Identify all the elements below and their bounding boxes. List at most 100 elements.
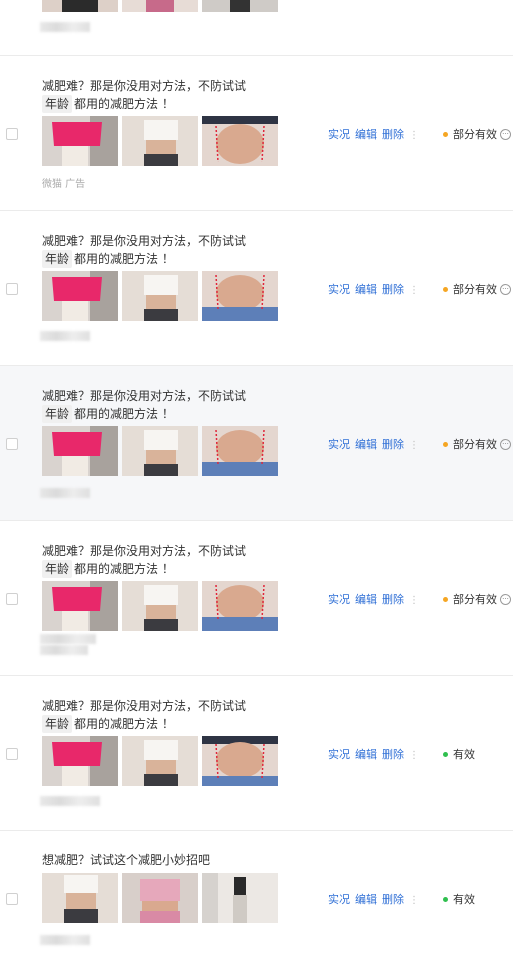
ad-thumbnail[interactable] <box>122 581 198 631</box>
preview-link[interactable]: 实况 <box>328 893 350 906</box>
ad-title-line1: 减肥难？那是你没用对方法，不防试试 <box>42 699 247 713</box>
preview-link[interactable]: 实况 <box>328 283 350 296</box>
ad-title-line2: 都用的减肥方法 ！ <box>74 97 174 111</box>
blurred-account-info <box>40 796 100 806</box>
list-item: 减肥难？那是你没用对方法，不防试试 年龄 都用的减肥方法 ！ 实况 编辑 删除 ⋮ 有效 <box>0 676 513 831</box>
kebab-icon[interactable]: ⋮ <box>409 130 419 141</box>
list-item: 减肥难？那是你没用对方法，不防试试 年龄 都用的减肥方法 ！ 实况 编辑 删除 ⋮ 部分… <box>0 211 513 366</box>
preview-link[interactable]: 实况 <box>328 748 350 761</box>
status-text: 部分有效 <box>453 593 497 606</box>
ad-thumbnail[interactable] <box>122 0 198 12</box>
edit-link[interactable]: 编辑 <box>355 593 377 606</box>
status-text: 部分有效 <box>453 283 497 296</box>
row-checkbox[interactable] <box>6 748 18 760</box>
ad-title: 减肥难？那是你没用对方法，不防试试 年龄 都用的减肥方法 ！ <box>42 697 282 733</box>
status-badge: 部分有效 ··· <box>443 126 511 142</box>
ellipsis-circle-icon[interactable]: ··· <box>500 438 511 450</box>
ad-title-line2: 都用的减肥方法 ！ <box>74 717 174 731</box>
ad-thumbnail[interactable] <box>202 271 278 321</box>
delete-link[interactable]: 删除 <box>382 748 404 761</box>
ad-thumbnail[interactable] <box>202 873 278 923</box>
blurred-account-info <box>40 331 90 341</box>
row-checkbox[interactable] <box>6 593 18 605</box>
edit-link[interactable]: 编辑 <box>355 748 377 761</box>
kebab-icon[interactable]: ⋮ <box>409 750 419 761</box>
status-badge: 有效 <box>443 746 475 762</box>
delete-link[interactable]: 删除 <box>382 593 404 606</box>
ad-thumbnail[interactable] <box>202 116 278 166</box>
ad-thumbnail[interactable] <box>42 0 118 12</box>
blurred-account-info <box>40 22 90 32</box>
ad-thumbnail[interactable] <box>202 736 278 786</box>
status-badge: 部分有效 ··· <box>443 281 511 297</box>
ad-thumbnail[interactable] <box>122 271 198 321</box>
ad-thumbnail[interactable] <box>42 873 118 923</box>
ad-creative-list: 减肥难？那是你没用对方法，不防试试 年龄 都用的减肥方法 ！ 微猫 广告 实况 编辑… <box>0 0 513 960</box>
status-dot-icon <box>443 286 448 292</box>
age-tag: 年龄 <box>42 250 73 268</box>
ad-thumbnail[interactable] <box>42 426 118 476</box>
status-text: 部分有效 <box>453 128 497 141</box>
ad-thumbnail[interactable] <box>42 271 118 321</box>
ad-thumbnail[interactable] <box>42 116 118 166</box>
row-actions: 实况 编辑 删除 ⋮ <box>328 281 419 297</box>
status-dot-icon <box>443 131 448 137</box>
edit-link[interactable]: 编辑 <box>355 438 377 451</box>
status-text: 有效 <box>453 748 475 761</box>
ad-title-line1: 减肥难？那是你没用对方法，不防试试 <box>42 79 247 93</box>
ad-title-line1: 减肥难？那是你没用对方法，不防试试 <box>42 544 247 558</box>
ellipsis-circle-icon[interactable]: ··· <box>500 593 511 605</box>
ad-title: 减肥难？那是你没用对方法，不防试试 年龄 都用的减肥方法 ！ <box>42 232 282 268</box>
kebab-icon[interactable]: ⋮ <box>409 895 419 906</box>
ad-thumbnail[interactable] <box>122 426 198 476</box>
age-tag: 年龄 <box>42 405 73 423</box>
kebab-icon[interactable]: ⋮ <box>409 440 419 451</box>
kebab-icon[interactable]: ⋮ <box>409 595 419 606</box>
ad-thumbnail[interactable] <box>202 426 278 476</box>
status-text: 有效 <box>453 893 475 906</box>
row-checkbox[interactable] <box>6 128 18 140</box>
ad-thumbnail[interactable] <box>122 736 198 786</box>
status-badge: 有效 <box>443 891 475 907</box>
row-actions: 实况 编辑 删除 ⋮ <box>328 891 419 907</box>
ad-thumbnail[interactable] <box>42 736 118 786</box>
age-tag: 年龄 <box>42 715 73 733</box>
edit-link[interactable]: 编辑 <box>355 283 377 296</box>
delete-link[interactable]: 删除 <box>382 283 404 296</box>
delete-link[interactable]: 删除 <box>382 438 404 451</box>
ad-thumbnail[interactable] <box>122 873 198 923</box>
blurred-account-info <box>40 634 96 644</box>
ad-thumbnail[interactable] <box>122 116 198 166</box>
row-actions: 实况 编辑 删除 ⋮ <box>328 436 419 452</box>
ad-thumbnail[interactable] <box>202 0 278 12</box>
age-tag: 年龄 <box>42 95 73 113</box>
edit-link[interactable]: 编辑 <box>355 893 377 906</box>
row-actions: 实况 编辑 删除 ⋮ <box>328 126 419 142</box>
row-checkbox[interactable] <box>6 893 18 905</box>
ad-title-line2: 都用的减肥方法 ！ <box>74 562 174 576</box>
delete-link[interactable]: 删除 <box>382 893 404 906</box>
edit-link[interactable]: 编辑 <box>355 128 377 141</box>
list-item: 减肥难？那是你没用对方法，不防试试 年龄 都用的减肥方法 ！ 实况 编辑 删除 ⋮ 部分… <box>0 521 513 676</box>
kebab-icon[interactable]: ⋮ <box>409 285 419 296</box>
status-badge: 部分有效 ··· <box>443 591 511 607</box>
ad-source-label: 微猫 广告 <box>42 179 86 190</box>
ad-thumbnail[interactable] <box>42 581 118 631</box>
row-checkbox[interactable] <box>6 283 18 295</box>
ad-thumbnail[interactable] <box>202 581 278 631</box>
status-dot-icon <box>443 751 448 757</box>
list-item <box>0 0 513 56</box>
ellipsis-circle-icon[interactable]: ··· <box>500 128 511 140</box>
blurred-account-info <box>40 935 90 945</box>
preview-link[interactable]: 实况 <box>328 438 350 451</box>
ad-title-alt: 想减肥？试试这个减肥小妙招吧 <box>42 853 211 867</box>
ellipsis-circle-icon[interactable]: ··· <box>500 283 511 295</box>
row-checkbox[interactable] <box>6 438 18 450</box>
list-item: 减肥难？那是你没用对方法，不防试试 年龄 都用的减肥方法 ！ 微猫 广告 实况 编辑… <box>0 56 513 211</box>
delete-link[interactable]: 删除 <box>382 128 404 141</box>
status-dot-icon <box>443 441 448 447</box>
list-item: 想减肥？试试这个减肥小妙招吧 实况 编辑 删除 ⋮ 有效 <box>0 831 513 960</box>
preview-link[interactable]: 实况 <box>328 593 350 606</box>
preview-link[interactable]: 实况 <box>328 128 350 141</box>
blurred-account-info <box>40 488 90 498</box>
